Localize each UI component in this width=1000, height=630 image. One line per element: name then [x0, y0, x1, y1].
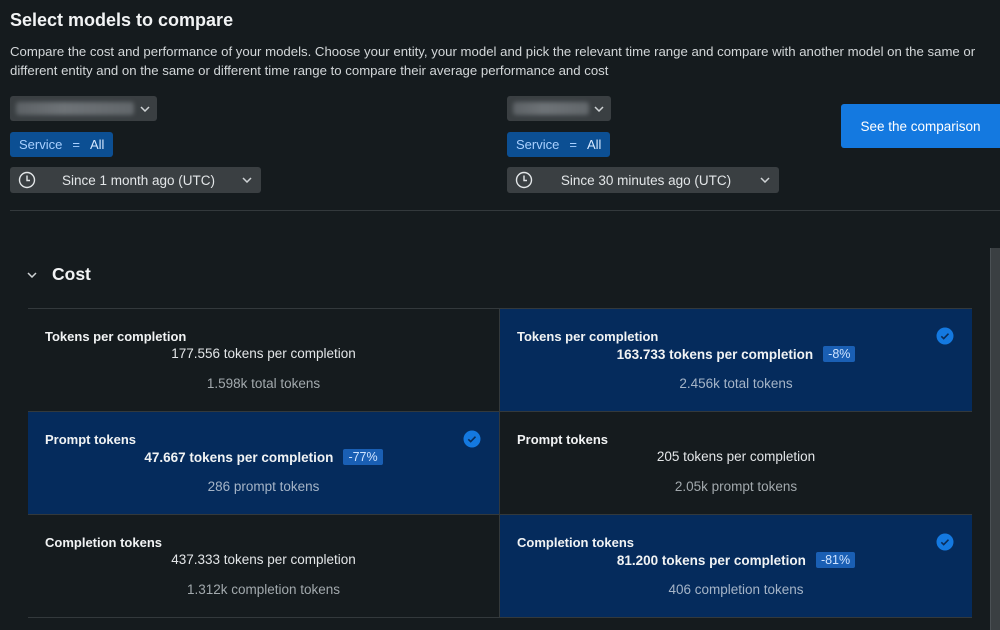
- delta-badge: -8%: [823, 346, 856, 362]
- filter-operator: =: [72, 137, 80, 152]
- metric-total: 406 completion tokens: [668, 582, 804, 597]
- chevron-down-icon: [759, 174, 771, 186]
- time-range-label: Since 1 month ago (UTC): [61, 172, 216, 188]
- metric-title: Prompt tokens: [45, 432, 137, 447]
- metric-value: 47.667 tokens per completion: [144, 449, 334, 465]
- scrollbar[interactable]: [990, 248, 1000, 630]
- metric-value-row: 81.200 tokens per completion -81%: [500, 552, 972, 568]
- metric-value: 177.556 tokens per completion: [171, 346, 356, 361]
- filter-operator: =: [569, 137, 577, 152]
- delta-badge: -81%: [815, 552, 856, 568]
- metric-card-left: Completion tokens 437.333 tokens per comp…: [28, 515, 500, 618]
- metric-card-right: Completion tokens 81.200 tokens per compl…: [500, 515, 972, 618]
- metric-value-row: 47.667 tokens per completion -77%: [28, 449, 499, 465]
- metric-card-right: Prompt tokens 205 tokens per completion 2.…: [500, 412, 972, 515]
- right-model-picker: Service = All Since 30 minutes ago (UTC): [507, 96, 779, 193]
- metric-value: 205 tokens per completion: [656, 449, 816, 464]
- check-circle-icon: [463, 430, 481, 448]
- left-model-picker: Service = All Since 1 month ago (UTC): [10, 96, 261, 193]
- metric-value: 437.333 tokens per completion: [171, 552, 356, 567]
- metric-title: Tokens per completion: [517, 329, 659, 344]
- left-entity-select[interactable]: [10, 96, 157, 121]
- metric-title: Tokens per completion: [45, 329, 187, 344]
- time-range-label: Since 30 minutes ago (UTC): [560, 172, 732, 188]
- left-service-filter[interactable]: Service = All: [10, 132, 114, 157]
- right-entity-select[interactable]: [507, 96, 611, 121]
- entity-name-redacted: [513, 102, 589, 115]
- metric-value: 81.200 tokens per completion: [616, 552, 806, 568]
- metric-value-row: 437.333 tokens per completion: [28, 552, 499, 567]
- chevron-down-icon: [139, 103, 151, 115]
- metric-total: 2.456k total tokens: [679, 376, 793, 391]
- delta-badge: -77%: [343, 449, 383, 465]
- check-circle-icon: [936, 533, 954, 551]
- check-circle-icon: [936, 327, 954, 345]
- chevron-down-icon: [593, 103, 605, 115]
- left-time-range-picker[interactable]: Since 1 month ago (UTC): [10, 167, 261, 193]
- filter-value: All: [586, 137, 602, 152]
- metric-value-row: 205 tokens per completion: [500, 449, 972, 464]
- see-comparison-button[interactable]: See the comparison: [841, 104, 1000, 148]
- page-description: Compare the cost and performance of your…: [10, 44, 976, 78]
- metric-title: Prompt tokens: [517, 432, 609, 447]
- filter-key: Service: [516, 137, 560, 152]
- metric-value-row: 163.733 tokens per completion -8%: [500, 346, 972, 362]
- metric-total: 1.598k total tokens: [206, 376, 321, 391]
- metric-value: 163.733 tokens per completion: [616, 346, 814, 362]
- metric-total: 2.05k prompt tokens: [674, 479, 798, 494]
- section-title: Cost: [52, 264, 91, 284]
- chevron-down-icon: [241, 174, 253, 186]
- metric-total: 1.312k completion tokens: [186, 582, 341, 597]
- cost-section-toggle[interactable]: Cost: [26, 264, 91, 285]
- clock-icon: [18, 171, 36, 189]
- cost-comparison-grid: Tokens per completion 177.556 tokens per …: [28, 308, 972, 618]
- metric-title: Completion tokens: [45, 535, 163, 550]
- metric-total: 286 prompt tokens: [207, 479, 320, 494]
- metric-value-row: 177.556 tokens per completion: [28, 346, 499, 361]
- metric-card-right: Tokens per completion 163.733 tokens per …: [500, 309, 972, 412]
- right-time-range-picker[interactable]: Since 30 minutes ago (UTC): [507, 167, 779, 193]
- filter-key: Service: [19, 137, 63, 152]
- right-service-filter[interactable]: Service = All: [507, 132, 611, 157]
- divider: [10, 210, 1000, 211]
- page-title: Select models to compare: [10, 10, 234, 30]
- clock-icon: [515, 171, 533, 189]
- compare-models-page: Select models to compare Compare the cos…: [0, 0, 1000, 630]
- metric-card-left: Tokens per completion 177.556 tokens per …: [28, 309, 500, 412]
- filter-value: All: [89, 137, 105, 152]
- metric-title: Completion tokens: [517, 535, 635, 550]
- metric-card-left: Prompt tokens 47.667 tokens per completio…: [28, 412, 500, 515]
- entity-name-redacted: [16, 102, 134, 115]
- chevron-down-icon: [26, 269, 38, 281]
